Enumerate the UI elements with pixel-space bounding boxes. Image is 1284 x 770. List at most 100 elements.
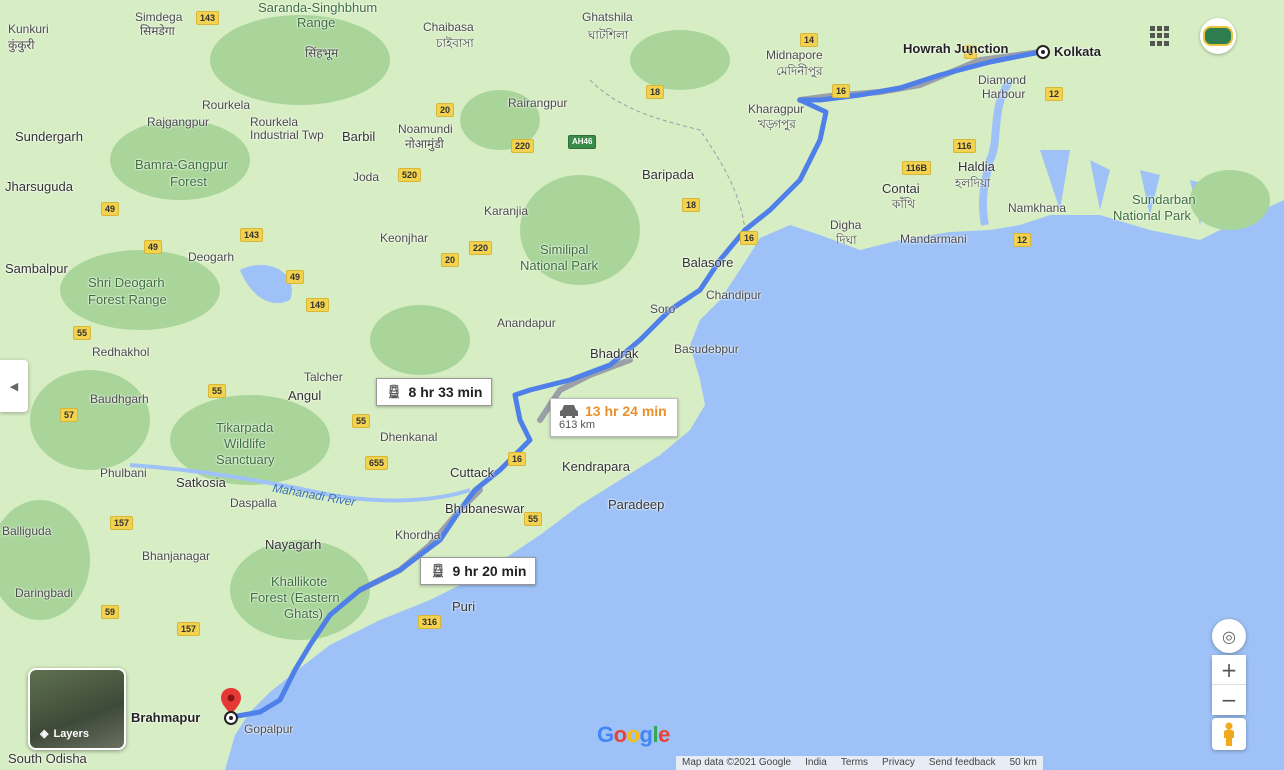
place-label: Rourkela <box>202 98 251 112</box>
route-duration-train-1[interactable]: 🚆︎ 8 hr 33 min <box>376 378 493 406</box>
highway-shield: 12 <box>1013 233 1032 247</box>
place-label: Forest <box>170 174 207 189</box>
place-label: नोआमुंडी <box>405 137 444 151</box>
highway-shield: 143 <box>196 11 220 25</box>
zoom-out-button[interactable]: − <box>1212 685 1246 715</box>
place-label: দিঘা <box>836 233 857 247</box>
highway-shield: 116B <box>902 161 932 175</box>
highway-shield: 55 <box>73 326 92 340</box>
place-label: South Odisha <box>8 751 87 766</box>
pegman-icon <box>1224 722 1234 746</box>
drive-duration: 13 hr 24 min <box>585 403 667 419</box>
place-label: Haldia <box>958 159 995 174</box>
highway-shield: 55 <box>524 512 543 526</box>
highway-shield: 149 <box>306 298 330 312</box>
place-label: Paradeep <box>608 497 665 512</box>
place-label: Namkhana <box>1008 201 1067 215</box>
highway-shield: 57 <box>60 408 79 422</box>
route-duration-train-2[interactable]: 🚆︎ 9 hr 20 min <box>420 557 537 585</box>
place-label: Deogarh <box>188 250 235 264</box>
privacy-link[interactable]: Privacy <box>882 756 915 770</box>
place-label: Industrial Twp <box>250 128 324 142</box>
place-label: National Park <box>1113 208 1192 223</box>
place-label: Gopalpur <box>244 722 294 736</box>
place-label: Bhubaneswar <box>445 501 525 516</box>
highway-shield: 655 <box>365 456 389 470</box>
zoom-in-button[interactable]: + <box>1212 655 1246 685</box>
place-label: Sundarban <box>1132 192 1196 207</box>
place-label: Noamundi <box>398 122 453 136</box>
origin-marker[interactable] <box>1036 45 1050 59</box>
place-label: Angul <box>288 388 322 403</box>
place-label: Puri <box>452 599 476 614</box>
origin-station-label[interactable]: Howrah Junction <box>903 42 1008 56</box>
street-view-button[interactable] <box>1212 718 1246 750</box>
place-label: Chaibasa <box>423 20 474 34</box>
duration-label: 9 hr 20 min <box>452 563 527 579</box>
highway-shield: 316 <box>418 615 442 629</box>
region-link[interactable]: India <box>805 756 827 770</box>
place-label: Barbil <box>342 129 376 144</box>
place-label: Similipal <box>540 242 589 257</box>
place-label: Dhenkanal <box>380 430 438 444</box>
crosshair-icon: ◎ <box>1222 626 1236 646</box>
place-label: Rairangpur <box>508 96 568 110</box>
attribution-bar: Map data ©2021 Google India Terms Privac… <box>676 756 1043 770</box>
layers-button[interactable]: ◈ Layers <box>28 668 126 750</box>
place-label: Saranda-Singhbhum <box>258 0 378 15</box>
place-label: Simdega <box>135 10 183 24</box>
scale-label[interactable]: 50 km <box>1010 756 1037 770</box>
zoom-controls: + − <box>1212 655 1246 715</box>
place-label: Forest Range <box>88 292 167 307</box>
highway-shield: 12 <box>1045 87 1064 101</box>
place-label: Tikarpada <box>216 420 274 435</box>
highway-shield: 49 <box>101 202 120 216</box>
place-label: Digha <box>830 218 862 232</box>
origin-label[interactable]: Kolkata <box>1054 45 1101 59</box>
highway-shield: 14 <box>800 33 819 47</box>
place-label: Cuttack <box>450 465 495 480</box>
place-label: National Park <box>520 258 599 273</box>
place-label: Ghatshila <box>582 10 633 24</box>
train-icon: 🚆︎ <box>386 384 403 399</box>
place-label: Kharagpur <box>748 102 805 116</box>
place-label: Balliguda <box>2 524 52 538</box>
place-label: कुंकुरी <box>8 38 35 52</box>
place-label: Bhanjanagar <box>142 549 211 563</box>
highway-shield: 55 <box>352 414 371 428</box>
place-label: Kendrapara <box>562 459 630 474</box>
layers-label: Layers <box>53 727 89 740</box>
highway-shield: 49 <box>286 270 305 284</box>
route-duration-drive[interactable]: 13 hr 24 min 613 km <box>550 398 678 437</box>
avatar[interactable] <box>1200 18 1236 54</box>
place-label: Contai <box>882 181 920 196</box>
place-label: सिंहभूम <box>305 46 339 60</box>
place-label: Wildlife <box>224 436 266 451</box>
apps-grid-icon[interactable] <box>1150 26 1170 46</box>
highway-shield: 20 <box>436 103 455 117</box>
place-label: Sanctuary <box>216 452 275 467</box>
duration-label: 8 hr 33 min <box>408 384 483 400</box>
place-label: Satkosia <box>176 475 226 490</box>
place-label: Khallikote <box>271 574 328 589</box>
destination-marker[interactable] <box>224 711 238 725</box>
terms-link[interactable]: Terms <box>841 756 868 770</box>
place-label: सिमडेगा <box>140 24 175 38</box>
place-label: Shri Deogarh <box>88 275 165 290</box>
my-location-button[interactable]: ◎ <box>1212 619 1246 653</box>
layers-icon: ◈ <box>40 728 49 740</box>
place-label: Redhakhol <box>92 345 150 359</box>
highway-shield: 220 <box>469 241 493 255</box>
place-label: Rourkela <box>250 115 299 129</box>
collapse-panel-button[interactable]: ◀ <box>0 360 28 412</box>
destination-label[interactable]: Brahmapur <box>131 711 200 725</box>
highway-shield: 157 <box>177 622 201 636</box>
place-label: Baripada <box>642 167 695 182</box>
highway-shield: 16 <box>740 231 759 245</box>
google-logo: Google <box>597 722 670 747</box>
highway-shield: 16 <box>508 452 527 466</box>
send-feedback-link[interactable]: Send feedback <box>929 756 996 770</box>
account-logo-icon <box>1203 26 1233 46</box>
place-label: Soro <box>650 302 676 316</box>
chevron-left-icon: ◀ <box>9 379 19 393</box>
